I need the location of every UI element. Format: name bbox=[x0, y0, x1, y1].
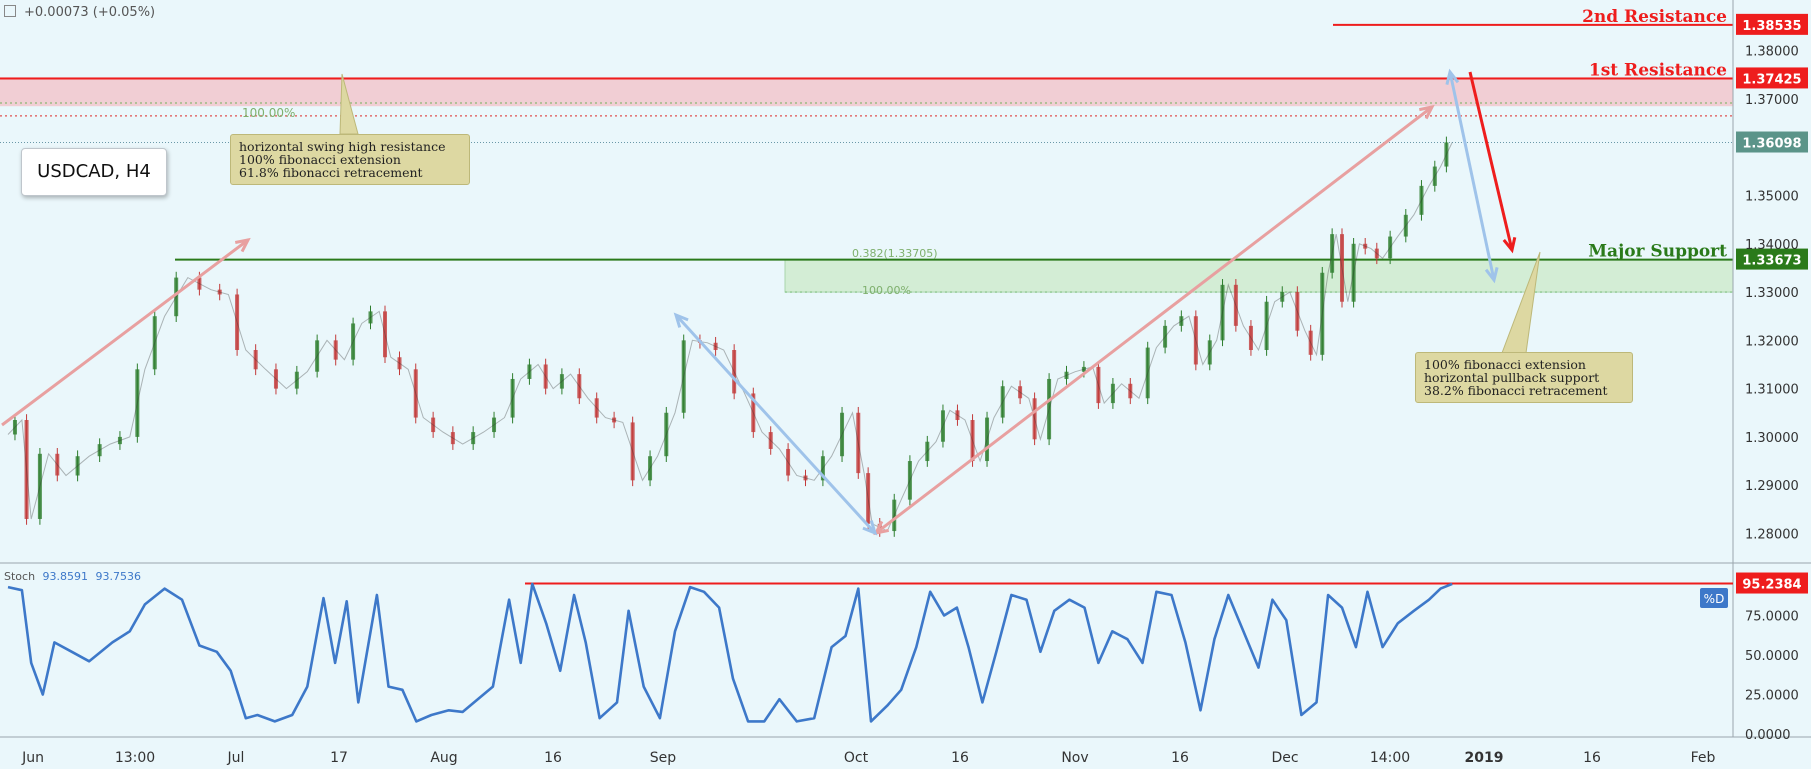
stoch-tick-label: 50.0000 bbox=[1745, 649, 1799, 664]
price-tick-label: 1.33000 bbox=[1745, 286, 1799, 301]
resistance-label-2: 1st Resistance bbox=[1589, 60, 1727, 80]
time-tick-label: 2019 bbox=[1465, 750, 1504, 766]
resistance-price-2: 1.37425 bbox=[1742, 72, 1801, 87]
time-tick-label: Jun bbox=[21, 750, 44, 766]
time-tick-label: 13:00 bbox=[115, 750, 155, 766]
note-line: 38.2% fibonacci retracement bbox=[1424, 383, 1608, 398]
stoch-value-k: 93.8591 bbox=[42, 570, 89, 583]
fib-label-382: 0.382(1.33705) bbox=[852, 247, 938, 260]
stoch-d-badge-label: %D bbox=[1704, 592, 1725, 606]
stoch-value-d: 93.7536 bbox=[95, 570, 142, 583]
time-tick-label: Sep bbox=[650, 750, 677, 766]
price-tick-label: 1.38000 bbox=[1745, 45, 1799, 60]
stoch-tick-label: 0.0000 bbox=[1745, 728, 1791, 743]
time-tick-label: 16 bbox=[951, 750, 969, 766]
time-tick-label: Nov bbox=[1061, 750, 1088, 766]
price-tick-label: 1.29000 bbox=[1745, 479, 1799, 494]
stoch-name: Stoch bbox=[4, 570, 36, 583]
trend-arrow-jun bbox=[1, 238, 249, 427]
price-tick-label: 1.37000 bbox=[1745, 93, 1799, 108]
price-tick-label: 1.30000 bbox=[1745, 431, 1799, 446]
time-tick-label: Feb bbox=[1691, 750, 1716, 766]
fib-label-bottom: 100.00% bbox=[862, 284, 911, 297]
time-tick-label: 16 bbox=[1583, 750, 1601, 766]
time-tick-label: Jul bbox=[227, 750, 245, 766]
time-tick-label: Aug bbox=[430, 750, 457, 766]
price-tick-label: 1.34000 bbox=[1745, 238, 1799, 253]
stoch-legend: Stoch 93.8591 93.7536 bbox=[4, 570, 141, 583]
price-path bbox=[7, 142, 1453, 532]
time-tick-label: 14:00 bbox=[1370, 750, 1410, 766]
trend-arrow-rally bbox=[875, 105, 1433, 535]
symbol-label: USDCAD, H4 bbox=[21, 148, 167, 196]
time-tick-label: Oct bbox=[844, 750, 869, 766]
note-resistance: horizontal swing high resistance 100% fi… bbox=[230, 134, 470, 185]
time-tick-label: 16 bbox=[544, 750, 562, 766]
time-tick-label: 16 bbox=[1171, 750, 1189, 766]
resistance-label-1: 2nd Resistance bbox=[1582, 7, 1727, 27]
stoch-level-value: 95.2384 bbox=[1742, 578, 1801, 593]
price-tick-label: 1.35000 bbox=[1745, 190, 1799, 205]
stoch-tick-label: 25.0000 bbox=[1745, 689, 1799, 704]
fib-label-top: 100.00% bbox=[242, 106, 295, 120]
header-bar: +0.00073 (+0.05%) bbox=[4, 5, 155, 20]
current-price-value: 1.36098 bbox=[1742, 137, 1801, 152]
note-support: 100% fibonacci extension horizontal pull… bbox=[1415, 352, 1633, 403]
price-change: +0.00073 (+0.05%) bbox=[24, 5, 156, 20]
time-tick-label: 17 bbox=[330, 750, 348, 766]
major-support-price: 1.33673 bbox=[1742, 254, 1801, 269]
swing-arrow-sep bbox=[674, 313, 877, 535]
price-tick-label: 1.28000 bbox=[1745, 527, 1799, 542]
time-tick-label: Dec bbox=[1271, 750, 1298, 766]
resistance-price-1: 1.38535 bbox=[1742, 19, 1801, 34]
price-tick-label: 1.31000 bbox=[1745, 383, 1799, 398]
note-line: 61.8% fibonacci retracement bbox=[239, 165, 423, 180]
stoch-tick-label: 75.0000 bbox=[1745, 610, 1799, 625]
support-zone bbox=[784, 259, 1734, 293]
major-support-label: Major Support bbox=[1588, 242, 1727, 262]
collapse-icon[interactable] bbox=[4, 5, 16, 17]
stoch-d-line bbox=[7, 582, 1453, 723]
price-tick-label: 1.32000 bbox=[1745, 334, 1799, 349]
